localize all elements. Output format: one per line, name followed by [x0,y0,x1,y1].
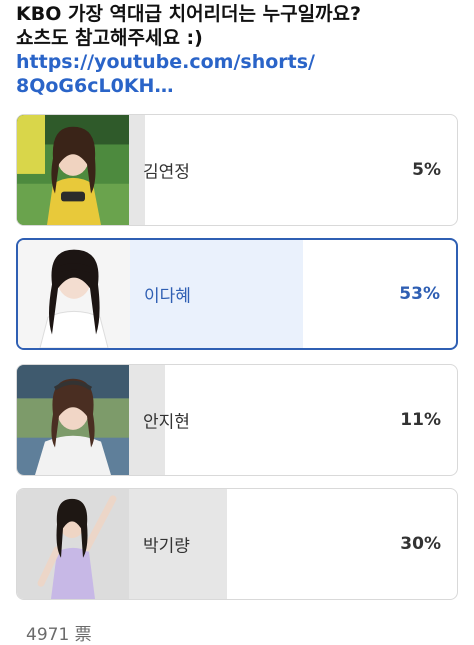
option-percent: 5% [412,160,441,180]
post-text: KBO 가장 역대급 치어리더는 누구일까요? 쇼츠도 참고해주세요 :) ht… [16,2,456,98]
cheerleader-photo [18,240,130,348]
poll-option-lee-dahye[interactable]: 이다혜 53% [16,238,458,350]
option-name: 안지현 [143,412,190,433]
option-name: 박기량 [143,536,190,557]
poll-option-park-giryang[interactable]: 박기량 30% [16,488,458,600]
vote-count: 4971 票 [26,625,92,645]
option-name: 이다혜 [144,286,191,307]
option-percent: 53% [399,284,440,304]
post-title-line2: 쇼츠도 참고해주세요 :) [16,27,203,49]
cheerleader-photo [17,115,129,225]
option-percent: 11% [400,410,441,430]
option-percent: 30% [400,534,441,554]
youtube-link-line1[interactable]: https://youtube.com/shorts/ [16,51,315,73]
cheerleader-photo [17,489,129,599]
poll-option-ahn-jihyun[interactable]: 안지현 11% [16,364,458,476]
cheerleader-photo [17,365,129,475]
option-name: 김연정 [143,162,190,183]
post-title-line1: KBO 가장 역대급 치어리더는 누구일까요? [16,3,362,25]
youtube-link[interactable]: https://youtube.com/shorts/ 8QoG6cL0KH… [16,50,456,98]
poll-option-kim-yeonjeong[interactable]: 김연정 5% [16,114,458,226]
youtube-link-line2[interactable]: 8QoG6cL0KH… [16,75,173,97]
